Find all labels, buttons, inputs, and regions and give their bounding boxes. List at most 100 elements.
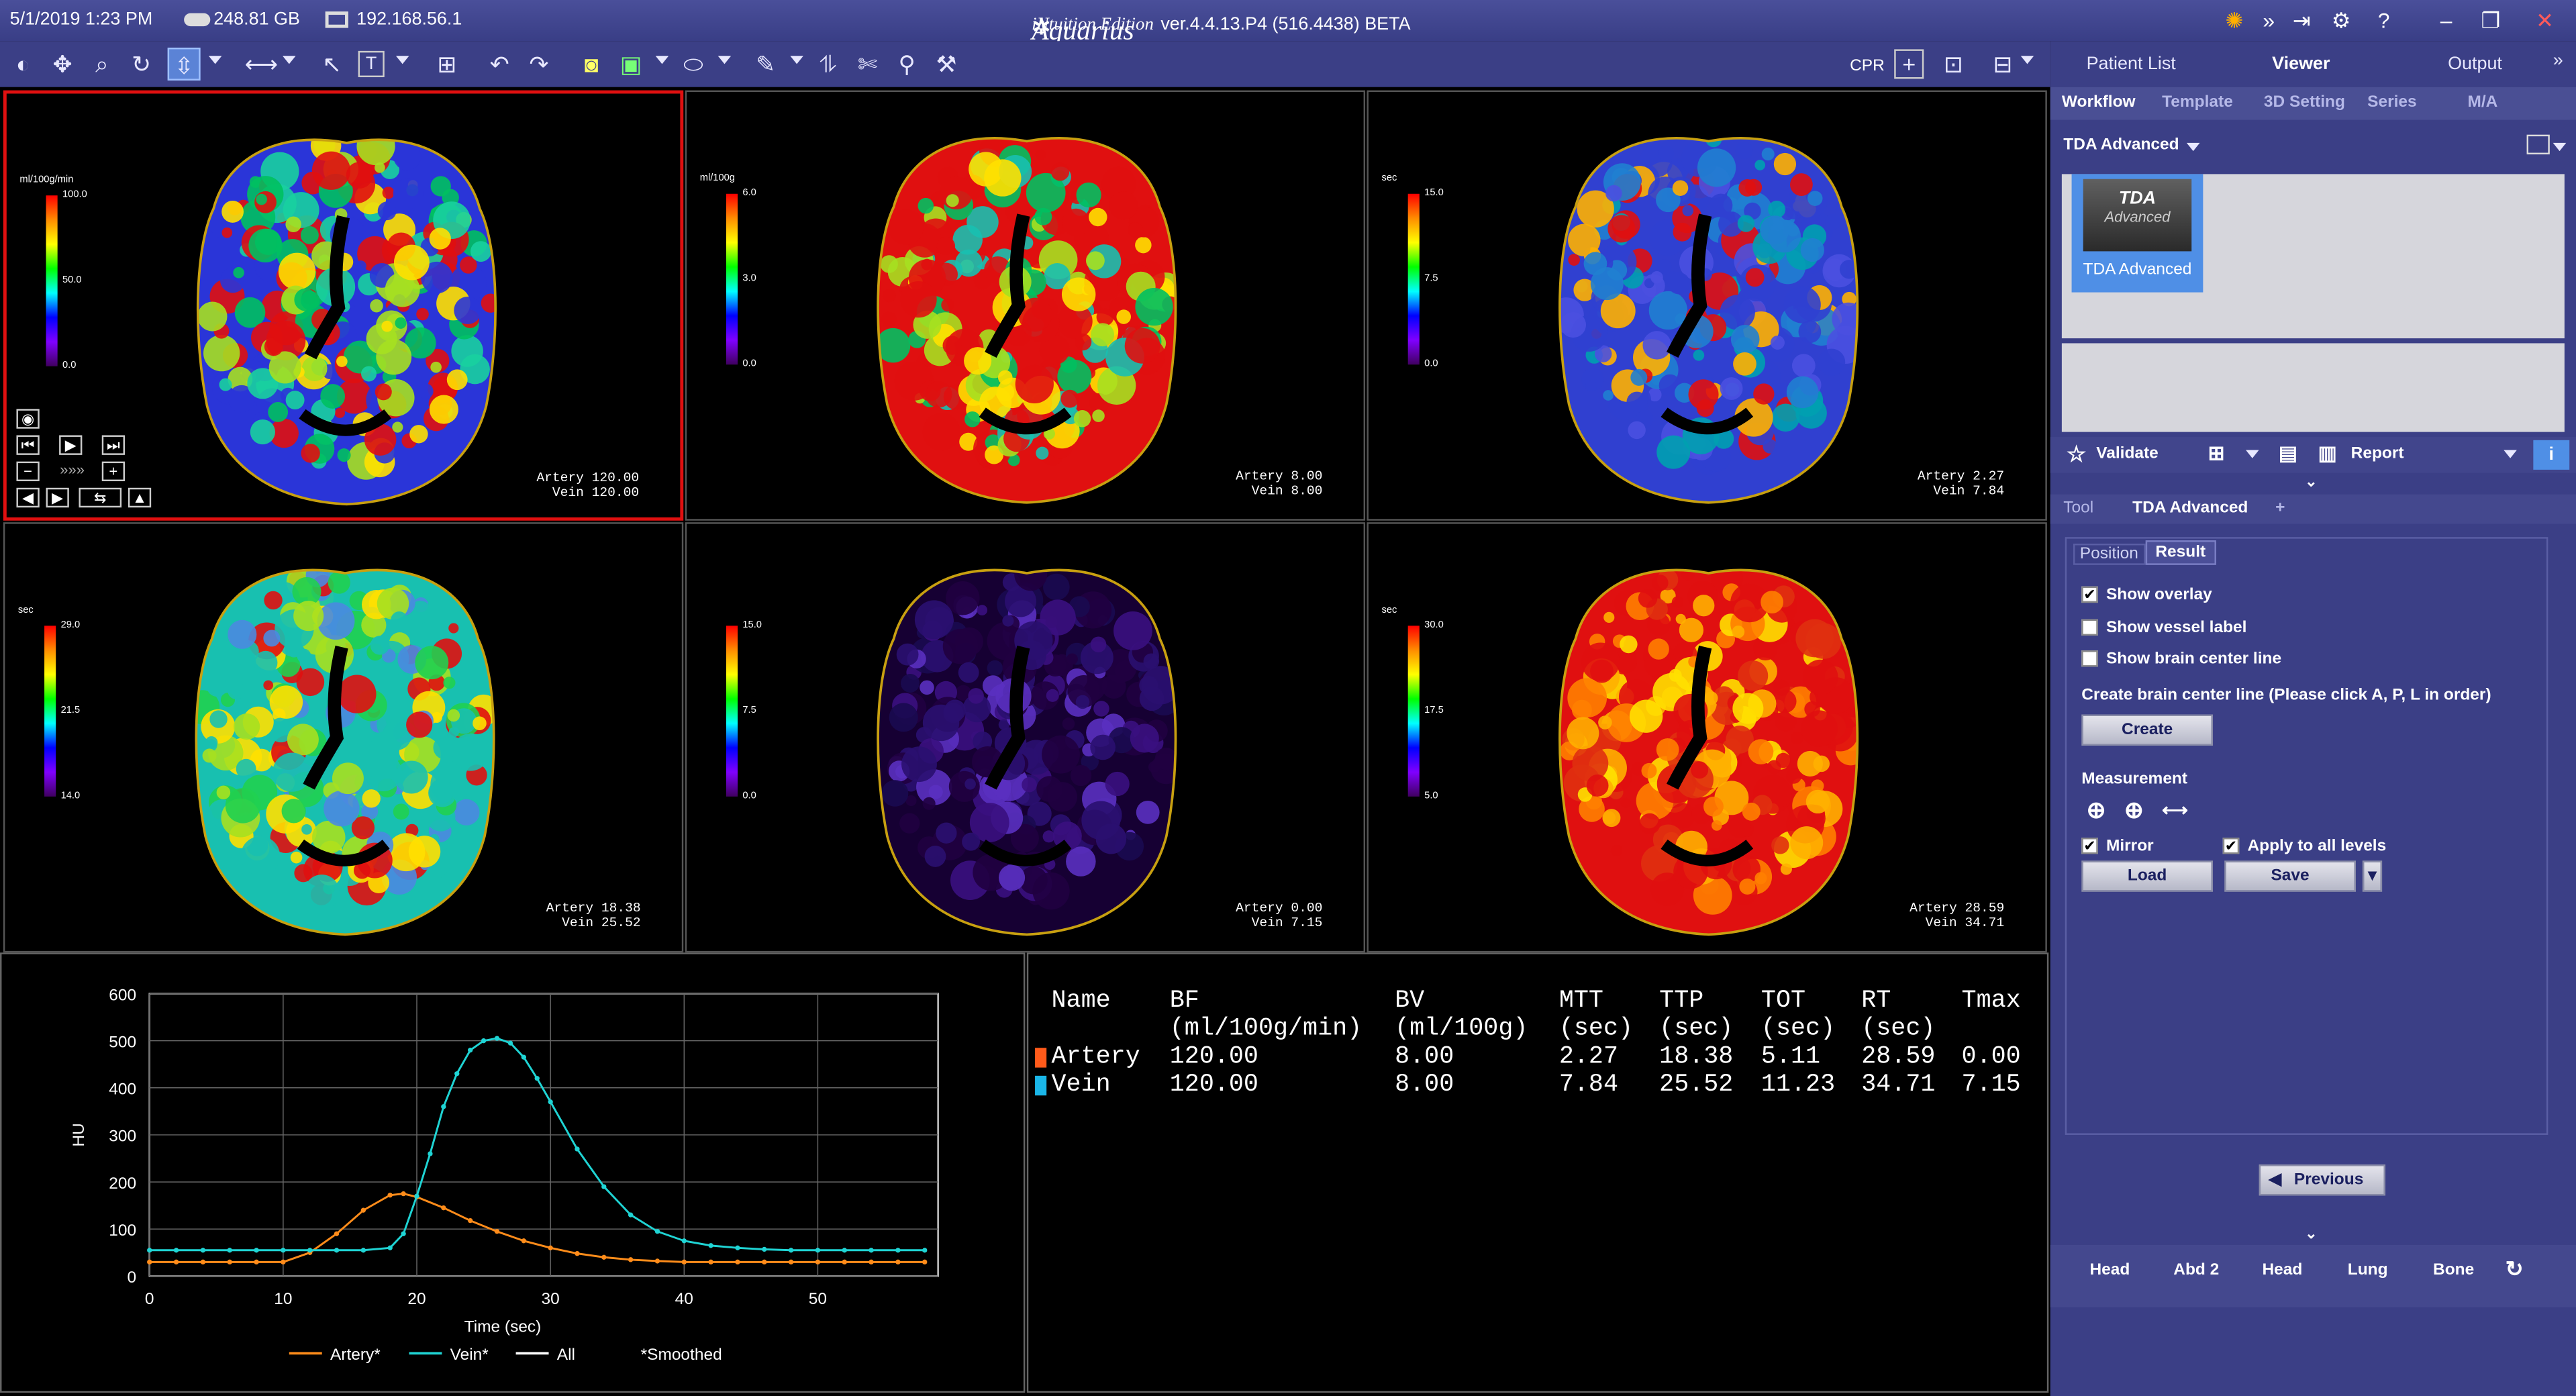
viewport-6[interactable]: sec 30.0 17.5 5.0 Artery 28.59 Vein 34.71 [1367,522,2047,953]
tab-patient-list[interactable]: Patient List [2087,54,2176,74]
viewport-3[interactable]: sec 15.0 7.5 0.0 Artery 2.27 Vein 7.84 [1367,90,2047,521]
layout-grid-icon[interactable]: ⊞ [430,48,463,81]
tda-dropdown[interactable]: TDA Advanced [2063,136,2179,154]
magnify-icon[interactable]: ⊡ [1937,48,1970,81]
pointer-icon[interactable]: ↖ [315,48,348,81]
probe-icon[interactable]: ⚲ [891,48,924,81]
tda-dropdown-icon[interactable] [2186,142,2200,152]
cine-camera-icon[interactable]: ◉ [16,409,40,429]
show-brain-center-checkbox[interactable] [2081,650,2098,667]
previous-button[interactable]: ◀ Previous [2259,1164,2386,1196]
measure-ruler-icon[interactable]: ⟷ [240,48,283,81]
logout-icon[interactable]: ⇥ [2287,7,2316,35]
create-button[interactable]: Create [2081,714,2214,746]
text-tool-icon[interactable]: T [358,50,385,78]
info-icon[interactable]: i [2533,440,2570,470]
scroll-icon[interactable]: ⇳ [167,47,201,81]
layout-icon[interactable]: ⊟ [1986,48,2019,81]
minimize-icon[interactable]: – [2432,7,2461,35]
cpr-label[interactable]: CPR [1850,58,1885,76]
report-icon[interactable]: ▥ [2318,442,2337,464]
layout-dropdown-icon[interactable] [2020,56,2034,64]
tab-result[interactable]: Result [2145,540,2216,565]
tab-template[interactable]: Template [2162,93,2233,111]
report-button[interactable]: Report [2351,445,2404,463]
cine-loop-icon[interactable]: ⇆ [79,487,122,508]
new-window-icon[interactable] [2526,134,2550,155]
save-disk-icon[interactable]: ▤ [2279,442,2297,464]
ellipse-roi-icon[interactable]: ⬭ [677,48,709,81]
viewport-2[interactable]: ml/100g 6.0 3.0 0.0 Artery 8.00 Vein 8.00 [685,90,1366,521]
help-icon[interactable]: ? [2369,7,2399,35]
scroll-dropdown-icon[interactable] [208,56,222,64]
save-dropdown-button[interactable]: ▾ [2362,860,2383,892]
viewport-5[interactable]: 15.0 7.5 0.0 Artery 0.00 Vein 7.15 [685,522,1366,953]
measure-add-icon[interactable]: ⊕ [2087,797,2106,825]
preset-abd2[interactable]: Abd 2 [2173,1261,2219,1279]
tools-icon[interactable]: ⚒ [930,48,962,81]
expand-panel-icon[interactable]: » [2553,51,2563,70]
star-outline-icon[interactable]: ☆ [2067,442,2086,468]
measure-dropdown-icon[interactable] [283,56,296,64]
preset-head[interactable]: Head [2089,1261,2130,1279]
tab-tda-advanced[interactable]: TDA Advanced [2132,499,2248,517]
tab-viewer[interactable]: Viewer [2272,54,2330,74]
rotate-icon[interactable]: ↻ [125,48,158,81]
add-dropdown-icon[interactable] [2246,450,2259,458]
report-dropdown-icon[interactable] [2504,450,2517,458]
add-icon[interactable]: ⊞ [2208,442,2225,464]
validate-button[interactable]: Validate [2096,445,2159,463]
preset-head-2[interactable]: Head [2262,1261,2302,1279]
roi-dropdown-icon[interactable] [655,56,669,64]
viewport-1[interactable]: ml/100g/min 100.0 50.0 0.0 Artery 120.00 Vein… [3,90,684,521]
crosshair-icon[interactable]: + [1894,49,1924,79]
tab-3d-setting[interactable]: 3D Setting [2264,93,2345,111]
annotation-icon[interactable]: ✎ [749,48,782,81]
expand-icon[interactable]: » [2254,7,2283,35]
tab-series[interactable]: Series [2367,93,2417,111]
viewport-4[interactable]: sec 29.0 21.5 14.0 Artery 18.38 Vein 25.52 [3,522,684,953]
sculpt-icon[interactable]: ✄ [851,48,884,81]
undo-icon[interactable]: ↶ [483,48,516,81]
cine-play-icon[interactable]: ▶ [59,435,83,455]
show-overlay-checkbox[interactable]: ✔ [2081,586,2098,603]
tab-ma[interactable]: M/A [2467,93,2497,111]
collapse-icon[interactable]: ⌄ [2305,473,2317,491]
close-icon[interactable]: ✕ [2530,7,2559,35]
tab-tool[interactable]: Tool [2063,499,2093,517]
apply-all-checkbox[interactable]: ✔ [2222,838,2240,854]
measure-add2-icon[interactable]: ⊕ [2124,797,2144,825]
zoom-icon[interactable]: ⌕ [85,48,118,81]
load-button[interactable]: Load [2081,860,2214,892]
cine-first-icon[interactable]: ⏮ [16,435,40,455]
gear-icon[interactable]: ⚙ [2326,7,2356,35]
collapse-bottom-icon[interactable]: ⌄ [2305,1226,2317,1244]
restore-icon[interactable]: ❐ [2476,7,2506,35]
refresh-icon[interactable]: ↻ [2506,1256,2524,1283]
preset-lung[interactable]: Lung [2348,1261,2388,1279]
save-button[interactable]: Save [2224,860,2357,892]
cine-prev-icon[interactable]: ◀ [16,487,40,508]
tda-thumbnail[interactable]: TDA Advanced TDA Advanced [2071,174,2203,293]
tab-position[interactable]: Position [2073,543,2145,565]
cine-minus-icon[interactable]: − [16,461,40,482]
tab-output[interactable]: Output [2448,54,2502,74]
cine-last-icon[interactable]: ⏭ [101,435,126,455]
preset-bone[interactable]: Bone [2433,1261,2474,1279]
measure-ruler-icon2[interactable]: ⟷ [2162,800,2188,821]
window-level-icon[interactable]: ◐ [7,48,40,81]
show-vessel-label-checkbox[interactable] [2081,619,2098,636]
ellipse-dropdown-icon[interactable] [717,56,732,64]
pan-icon[interactable]: ✥ [46,48,79,81]
vessel-icon[interactable]: ⥮ [811,48,844,81]
tab-add[interactable]: + [2275,499,2285,517]
cine-speed-icon[interactable]: »»» [46,461,99,482]
mirror-checkbox[interactable]: ✔ [2081,838,2098,854]
roi-color-icon[interactable]: ◙ [575,48,608,81]
roi-square-icon[interactable]: ▣ [614,48,647,81]
tab-workflow[interactable]: Workflow [2062,93,2136,111]
redo-icon[interactable]: ↷ [522,48,555,81]
new-window-dropdown-icon[interactable] [2553,142,2567,152]
cine-next-icon[interactable]: ▶ [46,487,69,508]
star-icon[interactable]: ✺ [2220,7,2249,35]
